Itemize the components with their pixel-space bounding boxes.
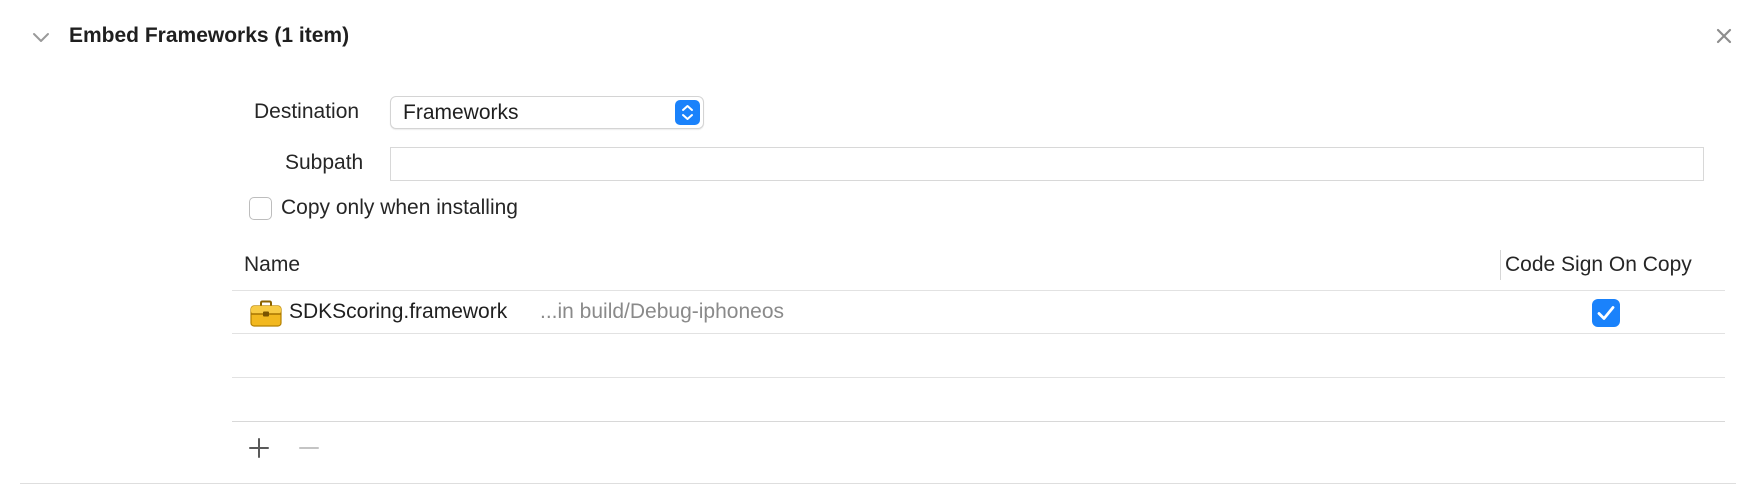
- build-phase-title[interactable]: Embed Frameworks (1 item): [69, 22, 349, 50]
- destination-popup[interactable]: Frameworks: [390, 96, 704, 129]
- table-bottom-border: [232, 421, 1725, 422]
- toolbox-icon: [250, 300, 282, 328]
- chevron-down-icon[interactable]: [30, 26, 52, 48]
- copy-only-when-installing-checkbox[interactable]: [249, 197, 272, 220]
- minus-icon[interactable]: [297, 436, 321, 460]
- copy-only-when-installing-label: Copy only when installing: [281, 196, 518, 219]
- column-header-code-sign[interactable]: Code Sign On Copy: [1505, 251, 1692, 279]
- framework-name: SDKScoring.framework: [289, 300, 508, 323]
- column-divider[interactable]: [1500, 250, 1501, 280]
- destination-label: Destination: [254, 100, 360, 123]
- table-row-separator: [232, 377, 1725, 378]
- subpath-field[interactable]: [390, 147, 1704, 181]
- close-icon[interactable]: [1712, 24, 1736, 48]
- up-down-chevron-icon: [675, 100, 700, 125]
- subpath-label: Subpath: [285, 151, 364, 174]
- framework-location: ...in build/Debug-iphoneos: [540, 300, 785, 323]
- table-header-separator: [232, 290, 1725, 291]
- table-row-separator: [232, 333, 1725, 334]
- column-header-name[interactable]: Name: [244, 251, 300, 279]
- plus-icon[interactable]: [247, 436, 271, 460]
- table-row[interactable]: SDKScoring.framework ...in build/Debug-i…: [232, 292, 1725, 334]
- destination-value: Frameworks: [403, 101, 519, 124]
- build-phase-header: Embed Frameworks (1 item): [0, 0, 1756, 72]
- code-sign-on-copy-checkbox[interactable]: [1592, 299, 1620, 327]
- section-bottom-separator: [20, 483, 1736, 484]
